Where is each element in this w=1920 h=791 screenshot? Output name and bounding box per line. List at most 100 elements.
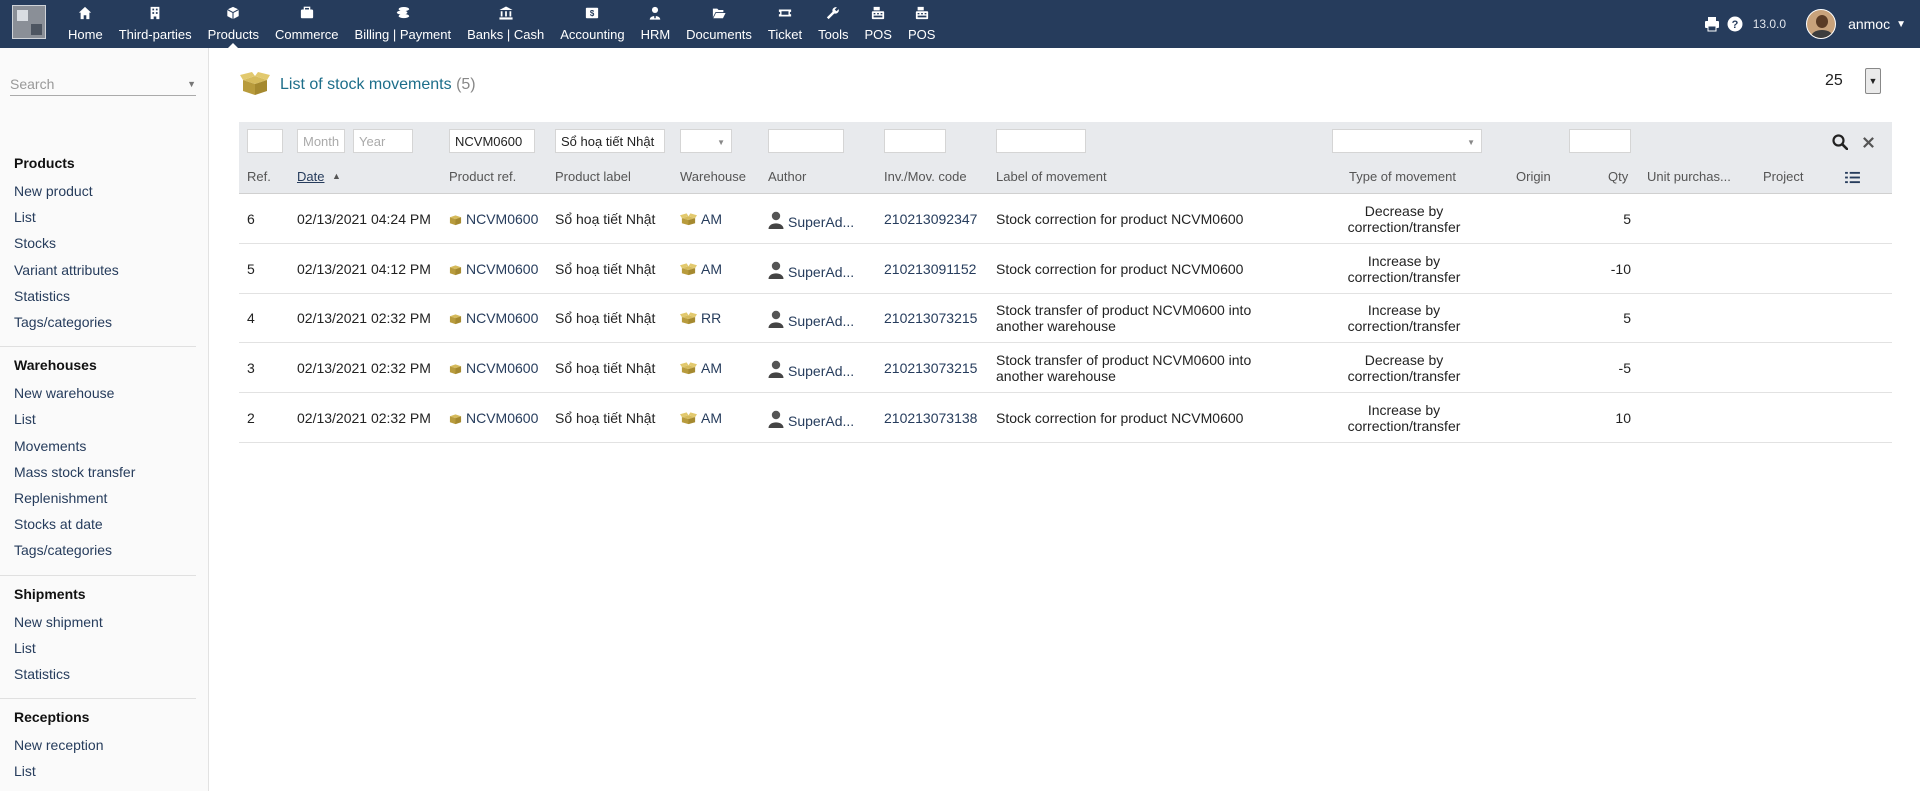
col-qty[interactable]: Qty (1608, 169, 1628, 184)
username[interactable]: anmoc (1848, 16, 1890, 32)
cell-warehouse[interactable]: AM (680, 261, 722, 279)
menu-item-products[interactable]: Products (200, 0, 267, 48)
sidebar-link-list[interactable]: List (14, 763, 36, 779)
sidebar-link-stocks[interactable]: Stocks (14, 235, 56, 251)
menu-item-pos[interactable]: POS (900, 0, 943, 48)
filter-year-input[interactable]: Year (353, 129, 413, 153)
menu-item-tools[interactable]: Tools (810, 0, 856, 48)
menu-item-ticket[interactable]: Ticket (760, 0, 810, 48)
sidebar-section-title[interactable]: Shipments (14, 586, 86, 602)
filter-product-ref-input[interactable]: NCVM0600 (449, 129, 535, 153)
filter-ref-input[interactable] (247, 129, 283, 153)
chevron-down-icon[interactable]: ▼ (187, 79, 196, 89)
sidebar-link-replenishment[interactable]: Replenishment (14, 490, 107, 506)
menu-item-home[interactable]: Home (60, 0, 111, 48)
sidebar-link-list[interactable]: List (14, 640, 36, 656)
cell-inv-code[interactable]: 210213073215 (884, 310, 977, 326)
sidebar-link-new-shipment[interactable]: New shipment (14, 614, 103, 630)
sidebar-link-tags-categories[interactable]: Tags/categories (14, 314, 112, 330)
sidebar-link-statistics[interactable]: Statistics (14, 288, 70, 304)
sidebar-section-title[interactable]: Products (14, 155, 75, 171)
filter-qty-input[interactable] (1569, 129, 1631, 153)
sidebar-link-new-product[interactable]: New product (14, 183, 93, 199)
filter-warehouse-select[interactable]: ▼ (680, 129, 732, 153)
cell-product-ref[interactable]: NCVM0600 (449, 261, 538, 279)
menu-item-billing-payment[interactable]: Billing | Payment (347, 0, 460, 48)
menu-item-documents[interactable]: Documents (678, 0, 760, 48)
svg-text:$: $ (590, 9, 595, 18)
cell-author[interactable]: SuperAd... (768, 211, 854, 232)
col-product-label[interactable]: Product label (555, 169, 631, 184)
filter-product-label-input[interactable]: Sổ hoạ tiết Nhật (555, 129, 665, 153)
sidebar-link-statistics[interactable]: Statistics (14, 666, 70, 682)
chevron-down-icon[interactable]: ▼ (1865, 68, 1881, 94)
cell-product-ref[interactable]: NCVM0600 (449, 410, 538, 428)
col-label[interactable]: Label of movement (996, 169, 1107, 184)
col-unit-price[interactable]: Unit purchas... (1647, 169, 1731, 184)
cell-inv-code[interactable]: 210213073215 (884, 360, 977, 376)
cell-inv-code[interactable]: 210213092347 (884, 211, 977, 227)
cell-author[interactable]: SuperAd... (768, 261, 854, 282)
app-logo[interactable] (12, 5, 46, 39)
menu-item-pos[interactable]: POS (856, 0, 899, 48)
filter-code-input[interactable] (884, 129, 946, 153)
sidebar-link-movements[interactable]: Movements (14, 438, 86, 454)
sidebar-link-tags-categories[interactable]: Tags/categories (14, 542, 112, 558)
menu-item-banks-cash[interactable]: Banks | Cash (459, 0, 552, 48)
help-icon[interactable]: ? (1726, 15, 1744, 33)
col-origin[interactable]: Origin (1516, 169, 1551, 184)
menu-item-hrm[interactable]: HRM (633, 0, 679, 48)
col-warehouse[interactable]: Warehouse (680, 169, 746, 184)
table-row: 3 02/13/2021 02:32 PM NCVM0600 Sổ hoạ tiết … (239, 343, 1892, 394)
filter-month-input[interactable]: Month (297, 129, 345, 153)
menu-item-commerce[interactable]: Commerce (267, 0, 347, 48)
cell-warehouse[interactable]: AM (680, 211, 722, 229)
cell-product-ref[interactable]: NCVM0600 (449, 211, 538, 229)
filter-author-input[interactable] (768, 129, 844, 153)
sidebar-section-title[interactable]: Receptions (14, 709, 89, 725)
col-project[interactable]: Project (1763, 169, 1803, 184)
cell-product-label-text: Sổ hoạ tiết Nhật (555, 360, 656, 377)
sidebar-link-list[interactable]: List (14, 209, 36, 225)
search-icon[interactable] (1831, 133, 1849, 151)
clear-filter-icon[interactable] (1859, 133, 1877, 151)
col-inv-code[interactable]: Inv./Mov. code (884, 169, 967, 184)
filter-type-select[interactable]: ▼ (1332, 129, 1482, 153)
cell-author-text: SuperAd... (788, 263, 855, 280)
list-columns-icon[interactable] (1843, 168, 1861, 186)
cell-author[interactable]: SuperAd... (768, 410, 854, 431)
menu-item-accounting[interactable]: $ Accounting (552, 0, 632, 48)
print-icon[interactable] (1703, 15, 1721, 33)
box-icon (240, 72, 270, 95)
cell-inv-code[interactable]: 210213091152 (884, 261, 976, 277)
sort-up-icon[interactable]: ▲ (332, 171, 341, 181)
col-type[interactable]: Type of movement (1349, 169, 1456, 184)
cell-product-ref[interactable]: NCVM0600 (449, 310, 538, 328)
col-product-ref[interactable]: Product ref. (449, 169, 516, 184)
filter-label-input[interactable] (996, 129, 1086, 153)
sidebar-link-new-reception[interactable]: New reception (14, 737, 104, 753)
sidebar-link-mass-stock-transfer[interactable]: Mass stock transfer (14, 464, 135, 480)
col-date[interactable]: Date (297, 169, 324, 184)
cell-warehouse[interactable]: AM (680, 410, 722, 428)
sidebar-section-title[interactable]: Warehouses (14, 357, 97, 373)
sidebar-link-new-warehouse[interactable]: New warehouse (14, 385, 114, 401)
chevron-down-icon[interactable]: ▼ (1896, 19, 1906, 30)
cell-inv-code[interactable]: 210213073138 (884, 410, 977, 426)
cell-product-ref[interactable]: NCVM0600 (449, 360, 538, 378)
sidebar-link-variant-attributes[interactable]: Variant attributes (14, 262, 119, 278)
col-ref[interactable]: Ref. (247, 169, 271, 184)
sidebar-link-list[interactable]: List (14, 411, 36, 427)
col-author[interactable]: Author (768, 169, 806, 184)
sidebar-search[interactable]: Search ▼ (10, 72, 196, 96)
menu-item-label: POS (907, 27, 936, 42)
cell-warehouse[interactable]: AM (680, 360, 722, 378)
menu-item-third-parties[interactable]: Third-parties (111, 0, 200, 48)
page-size-select[interactable]: 25 ▼ (1817, 67, 1881, 95)
cell-author[interactable]: SuperAd... (768, 360, 854, 381)
cell-warehouse[interactable]: RR (680, 310, 721, 328)
avatar[interactable] (1806, 9, 1837, 39)
user-icon (768, 261, 784, 282)
sidebar-link-stocks-at-date[interactable]: Stocks at date (14, 516, 103, 532)
cell-author[interactable]: SuperAd... (768, 310, 854, 331)
